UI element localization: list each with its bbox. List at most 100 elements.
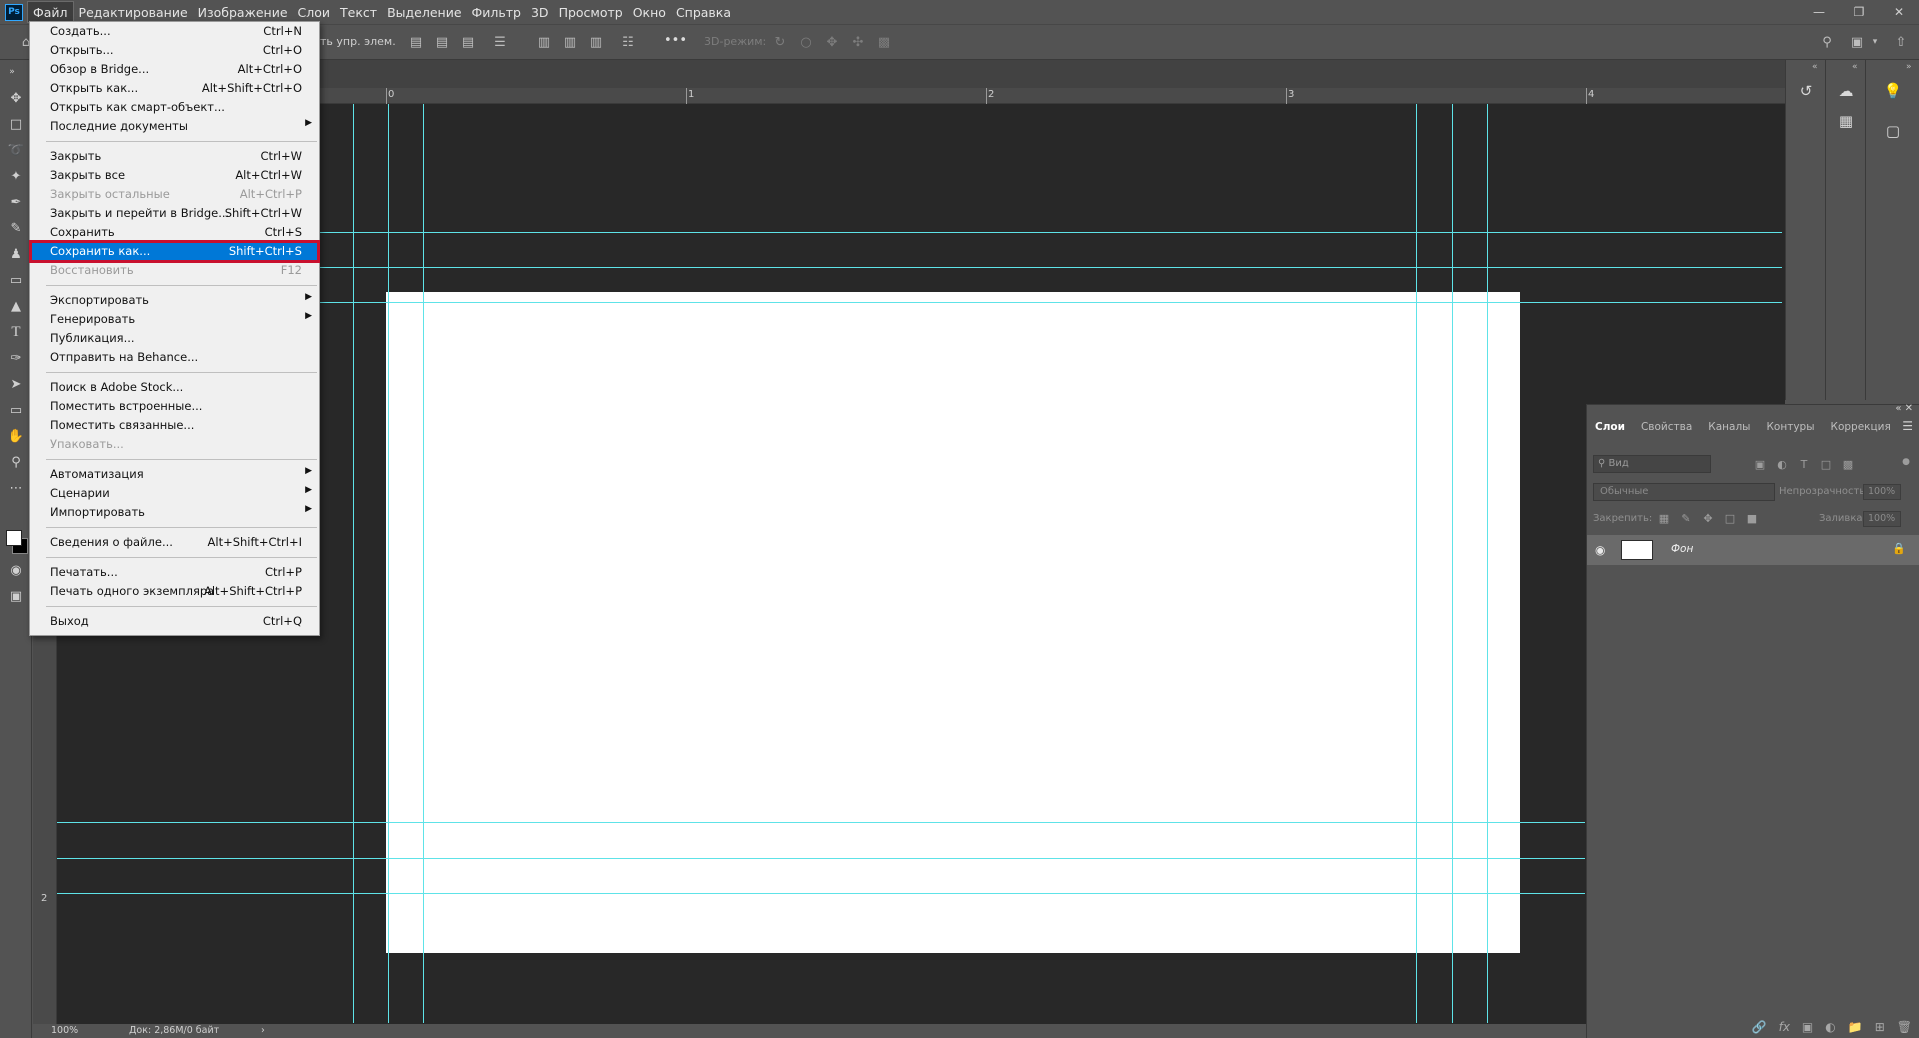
file-menu-item[interactable]: Поместить встроенные... xyxy=(31,397,318,416)
guide-vertical[interactable] xyxy=(1416,104,1417,1023)
guide-horizontal[interactable] xyxy=(57,822,1585,823)
camera-3d-icon[interactable]: ▩ xyxy=(876,34,892,50)
share-icon[interactable]: ⇧ xyxy=(1893,34,1909,50)
file-menu-item[interactable]: Закрыть и перейти в Bridge... Shift+Ctrl+… xyxy=(31,204,318,223)
zoom-level[interactable]: 100% xyxy=(51,1025,78,1036)
file-menu-item[interactable]: Печатать... Ctrl+P xyxy=(31,563,318,582)
collapse-arrows-icon[interactable]: « xyxy=(1812,62,1818,72)
file-menu-item[interactable]: Сохранить как... Shift+Ctrl+S xyxy=(29,240,320,263)
filter-type-icon[interactable]: T xyxy=(1797,457,1811,471)
panel-menu-icon[interactable]: ☰ xyxy=(1902,419,1913,433)
layer-style-icon[interactable]: fx xyxy=(1779,1020,1790,1034)
align-left-icon[interactable]: ▤ xyxy=(408,34,424,50)
zoom-tool-icon[interactable]: ⚲ xyxy=(6,452,26,472)
quick-mask-icon[interactable]: ◉ xyxy=(6,560,26,580)
filter-shape-icon[interactable]: □ xyxy=(1819,457,1833,471)
menu-window[interactable]: Окно xyxy=(628,1,671,23)
menu-select[interactable]: Выделение xyxy=(382,1,466,23)
file-menu-item[interactable]: Открыть как смарт-объект... xyxy=(31,98,318,117)
layer-row[interactable]: ◉ Фон 🔒 xyxy=(1587,535,1919,565)
type-tool-icon[interactable]: T xyxy=(6,322,26,342)
delete-layer-icon[interactable]: 🗑 xyxy=(1897,1020,1912,1034)
menu-3d[interactable]: 3D xyxy=(526,1,554,23)
file-menu-item[interactable]: Поместить связанные... xyxy=(31,416,318,435)
file-menu-item[interactable]: Импортировать ▶ xyxy=(31,503,318,522)
file-menu-item[interactable]: Поиск в Adobe Stock... xyxy=(31,378,318,397)
hand-tool-icon[interactable]: ✋ xyxy=(6,426,26,446)
lock-artboard-icon[interactable]: □ xyxy=(1723,511,1737,525)
align-right-icon[interactable]: ▤ xyxy=(460,34,476,50)
filter-adjustment-icon[interactable]: ◐ xyxy=(1775,457,1789,471)
file-menu-item[interactable]: Закрыть Ctrl+W xyxy=(31,147,318,166)
move-tool-icon[interactable]: ✥ xyxy=(6,88,26,108)
menu-layers[interactable]: Слои xyxy=(293,1,336,23)
guide-vertical[interactable] xyxy=(1487,104,1488,1023)
file-menu-item[interactable]: Обзор в Bridge... Alt+Ctrl+O xyxy=(31,60,318,79)
stamp-tool-icon[interactable]: ♟ xyxy=(6,244,26,264)
file-menu-item[interactable]: Закрыть все Alt+Ctrl+W xyxy=(31,166,318,185)
gradient-tool-icon[interactable]: ▲ xyxy=(6,296,26,316)
fill-input[interactable]: 100% xyxy=(1863,511,1901,527)
filter-pixel-icon[interactable]: ▣ xyxy=(1753,457,1767,471)
eraser-tool-icon[interactable]: ▭ xyxy=(6,270,26,290)
align-center-icon[interactable]: ▤ xyxy=(434,34,450,50)
minimize-icon[interactable]: — xyxy=(1799,0,1839,24)
file-menu-item[interactable]: Автоматизация ▶ xyxy=(31,465,318,484)
opacity-input[interactable]: 100% xyxy=(1863,484,1901,500)
expand-arrows-icon[interactable]: » xyxy=(1906,62,1912,72)
lasso-tool-icon[interactable]: ➰ xyxy=(6,140,26,160)
file-menu-item[interactable]: Сведения о файле... Alt+Shift+Ctrl+I xyxy=(31,533,318,552)
learn-icon[interactable]: 💡 xyxy=(1882,80,1904,102)
layer-name[interactable]: Фон xyxy=(1671,543,1693,555)
menu-edit[interactable]: Редактирование xyxy=(74,1,193,23)
eyedropper-tool-icon[interactable]: ✒ xyxy=(6,192,26,212)
eye-icon[interactable]: ◉ xyxy=(1595,543,1605,557)
tab-channels[interactable]: Каналы xyxy=(1700,415,1758,439)
tab-layers[interactable]: Слои xyxy=(1587,415,1633,439)
foreground-color-swatch[interactable] xyxy=(6,530,22,546)
document-canvas[interactable] xyxy=(386,292,1520,953)
file-menu-item[interactable]: Открыть как... Alt+Shift+Ctrl+O xyxy=(31,79,318,98)
guide-horizontal[interactable] xyxy=(57,858,1585,859)
search-icon[interactable]: ⚲ xyxy=(1819,34,1835,50)
layer-filter-input[interactable]: ⚲ Вид xyxy=(1593,455,1711,473)
panel-collapse-icon[interactable]: « ✕ xyxy=(1895,403,1913,414)
tab-paths[interactable]: Контуры xyxy=(1758,415,1822,439)
add-mask-icon[interactable]: ▣ xyxy=(1802,1020,1813,1034)
rectangle-tool-icon[interactable]: ▭ xyxy=(6,400,26,420)
lock-all-icon[interactable]: ■ xyxy=(1745,511,1759,525)
history-icon[interactable]: ↺ xyxy=(1795,80,1817,102)
menu-text[interactable]: Текст xyxy=(335,1,382,23)
status-menu-arrow[interactable]: › xyxy=(261,1025,265,1036)
file-menu-item[interactable]: Печать одного экземпляра Alt+Shift+Ctrl+P xyxy=(31,582,318,601)
align-middle-icon[interactable]: ▥ xyxy=(562,34,578,50)
new-layer-icon[interactable]: ⊞ xyxy=(1875,1020,1885,1034)
guide-vertical[interactable] xyxy=(353,104,354,1023)
more-options-button[interactable]: ••• xyxy=(664,33,687,48)
lock-pixels-icon[interactable]: ✎ xyxy=(1679,511,1693,525)
auto-select-label[interactable]: ть упр. элем. xyxy=(320,35,396,48)
libraries-icon[interactable]: ☁ xyxy=(1835,80,1857,102)
file-menu-item[interactable]: Создать... Ctrl+N xyxy=(31,22,318,41)
properties-icon[interactable]: ▢ xyxy=(1882,120,1904,142)
menu-help[interactable]: Справка xyxy=(671,1,736,23)
guide-vertical[interactable] xyxy=(423,104,424,1023)
filter-smart-object-icon[interactable]: ▩ xyxy=(1841,457,1855,471)
roll-3d-icon[interactable]: ○ xyxy=(798,34,814,50)
photoshop-logo[interactable]: Ps xyxy=(5,3,23,21)
blend-mode-select[interactable]: Обычные xyxy=(1593,483,1775,501)
file-menu-item[interactable]: Сценарии ▶ xyxy=(31,484,318,503)
menu-image[interactable]: Изображение xyxy=(193,1,293,23)
file-menu-item[interactable]: Генерировать ▶ xyxy=(31,310,318,329)
pen-tool-icon[interactable]: ✑ xyxy=(6,348,26,368)
workspace-icon[interactable]: ▣ xyxy=(1849,34,1865,50)
new-group-icon[interactable]: 📁 xyxy=(1848,1020,1863,1034)
lock-icon[interactable]: 🔒 xyxy=(1892,542,1906,555)
swatches-icon[interactable]: ▦ xyxy=(1835,110,1857,132)
menu-filter[interactable]: Фильтр xyxy=(467,1,526,23)
chevron-down-icon[interactable]: ▾ xyxy=(1867,34,1883,50)
align-bottom-icon[interactable]: ▥ xyxy=(588,34,604,50)
file-menu-item[interactable]: Последние документы ▶ xyxy=(31,117,318,136)
lock-transparent-icon[interactable]: ▦ xyxy=(1657,511,1671,525)
more-tools-icon[interactable]: ⋯ xyxy=(6,478,26,498)
